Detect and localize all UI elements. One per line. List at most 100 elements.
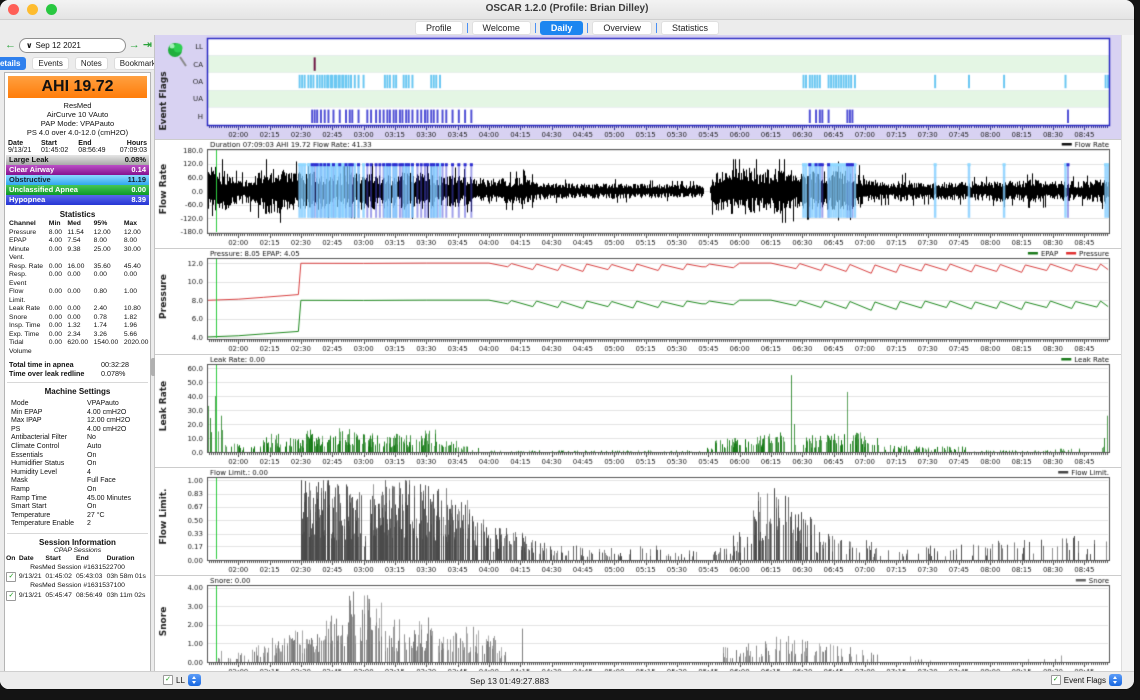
stat-cell: EPAP [5, 237, 45, 246]
setting-value: 12.00 cmH2O [87, 417, 130, 426]
statistics-title: Statistics [5, 210, 150, 219]
session-cell: 01:45:02 [44, 572, 75, 582]
stat-cell: 12.00 [120, 229, 150, 238]
event-flags-checkbox[interactable]: ✓ [1051, 675, 1061, 685]
event-stat-label: Hypopnea [9, 195, 45, 205]
event-flags-chart[interactable] [155, 35, 1121, 139]
session-cell: 03h 11m 02s [106, 591, 150, 601]
flow-limit-chart[interactable] [155, 467, 1121, 575]
session-checkbox[interactable]: ✓ [6, 572, 16, 582]
stat-cell: Flow Limit. [5, 288, 45, 305]
charts-scrollbar[interactable] [1121, 35, 1134, 672]
stat-cell: 2.34 [63, 331, 89, 340]
setting-value: 4 [87, 469, 91, 478]
setting-label: PS [11, 426, 87, 435]
sidebar-tab-notes[interactable]: Notes [75, 57, 108, 70]
setting-label: Ramp Time [11, 495, 87, 504]
tab-welcome[interactable]: Welcome [472, 21, 531, 35]
date-navigation: ← ∨ Sep 12 2021 → ⇥ [5, 38, 152, 53]
tab-divider [587, 23, 588, 33]
session-checkbox[interactable]: ✓ [6, 591, 16, 601]
event-stat-row: Unclassified Apnea0.00 [6, 185, 149, 195]
next-day-button[interactable]: → [129, 39, 140, 52]
session-group-label: ResMed Session #1631522700 [5, 564, 150, 573]
machine-setting-row: ModeVPAPauto [5, 400, 150, 409]
stat-row: Leak Rate0.000.002.4010.80 [5, 305, 150, 314]
session-row: ✓9/13/2101:45:0205:43:0303h 58m 01s [5, 572, 150, 582]
setting-value: On [87, 460, 96, 469]
date-picker[interactable]: ∨ Sep 12 2021 [19, 38, 126, 53]
stat-cell: 0.00 [45, 271, 64, 288]
setting-label: Min EPAP [11, 409, 87, 418]
machine-info-line: PAP Mode: VPAPauto [5, 119, 150, 128]
tab-divider [656, 23, 657, 33]
machine-setting-row: MaskFull Face [5, 477, 150, 486]
tab-overview[interactable]: Overview [592, 21, 652, 35]
sidebar-tab-events[interactable]: Events [32, 57, 68, 70]
snore-chart[interactable] [155, 575, 1121, 677]
event-stat-label: Obstructive [9, 175, 51, 185]
charts-area [155, 35, 1121, 672]
session-cell: 08:56:49 [75, 591, 106, 601]
prev-day-button[interactable]: ← [5, 39, 16, 52]
machine-setting-row: Min EPAP4.00 cmH2O [5, 409, 150, 418]
session-row: ✓9/13/2105:45:4708:56:4903h 11m 02s [5, 591, 150, 601]
machine-setting-row: Humidifier StatusOn [5, 460, 150, 469]
stat-cell: 45.40 [120, 263, 150, 272]
setting-value: Full Face [87, 477, 116, 486]
sidebar-tab-details[interactable]: Details [0, 57, 26, 70]
summary-value: 9/13/21 [5, 147, 38, 154]
ll-checkbox[interactable]: ✓ [163, 675, 173, 685]
session-header: Start [44, 555, 75, 564]
stat-cell: 0.00 [45, 305, 64, 314]
summary-header-row: DateStartEndHours [5, 140, 150, 147]
setting-label: Temperature Enable [11, 520, 87, 529]
stat-cell: 0.00 [45, 263, 64, 272]
stat-header: Med [63, 220, 89, 229]
pressure-chart[interactable] [155, 248, 1121, 354]
tab-daily[interactable]: Daily [540, 21, 584, 35]
last-day-button[interactable]: ⇥ [143, 39, 152, 52]
setting-label: Antibacterial Filter [11, 434, 87, 443]
tab-profile[interactable]: Profile [415, 21, 463, 35]
stat-cell: Pressure [5, 229, 45, 238]
event-stat-value: 11.19 [128, 175, 146, 185]
machine-setting-row: Climate ControlAuto [5, 443, 150, 452]
machine-settings-title: Machine Settings [5, 387, 150, 396]
machine-info-line: AirCurve 10 VAuto [5, 110, 150, 119]
event-flags-stepper[interactable] [1109, 674, 1122, 686]
title-bar: OSCAR 1.2.0 (Profile: Brian Dilley) [0, 0, 1134, 20]
machine-setting-row: PS4.00 cmH2O [5, 426, 150, 435]
stat-cell: 1.96 [120, 322, 150, 331]
machine-info-line: PS 4.0 over 4.0-12.0 (cmH2O) [5, 128, 150, 137]
machine-setting-row: RampOn [5, 486, 150, 495]
setting-label: Humidifier Status [11, 460, 87, 469]
stat-cell: 0.80 [90, 288, 120, 305]
tab-divider [467, 23, 468, 33]
stat-header: Channel [5, 220, 45, 229]
setting-value: Auto [87, 443, 101, 452]
stat-row: EPAP4.007.548.008.00 [5, 237, 150, 246]
stat-row: Exp. Time0.002.343.265.66 [5, 331, 150, 340]
date-picker-value: Sep 12 2021 [36, 41, 81, 50]
stat-row: Snore0.000.000.781.82 [5, 314, 150, 323]
stat-cell: 2020.00 [120, 339, 150, 356]
stat-cell: 0.00 [45, 322, 64, 331]
flow-rate-chart[interactable] [155, 139, 1121, 248]
stat-cell: 0.78 [90, 314, 120, 323]
stat-cell: 16.00 [63, 263, 89, 272]
tab-statistics[interactable]: Statistics [661, 21, 719, 35]
event-stat-row: Hypopnea8.39 [6, 195, 149, 205]
stat-header-row: ChannelMinMed95%Max [5, 220, 150, 229]
leak-rate-chart[interactable] [155, 354, 1121, 467]
stat-cell: 0.00 [63, 288, 89, 305]
setting-value: 4.00 cmH2O [87, 409, 126, 418]
session-table: OnDateStartEndDurationResMed Session #16… [5, 555, 150, 601]
statistics-table: ChannelMinMed95%MaxPressure8.0011.5412.0… [5, 220, 150, 356]
stat-header: Max [120, 220, 150, 229]
ll-stepper[interactable] [188, 674, 201, 686]
event-stat-row: Large Leak0.08% [6, 155, 149, 165]
stat-row: Resp. Event0.000.000.000.00 [5, 271, 150, 288]
stat-cell: 8.00 [90, 237, 120, 246]
total-row: Total time in apnea00:32:28 [5, 360, 150, 369]
